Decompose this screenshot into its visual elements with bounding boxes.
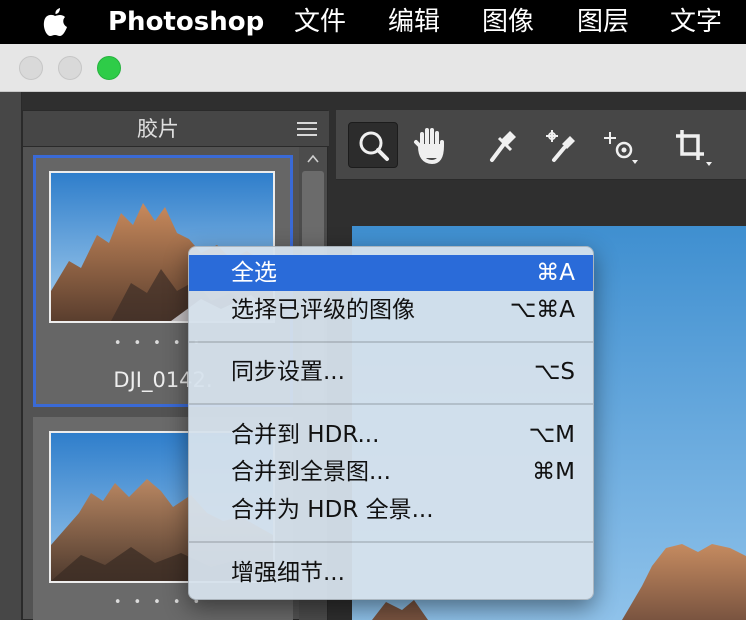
window-title-bar (0, 44, 746, 92)
menu-item-shortcut: ⌥M (528, 422, 575, 448)
menu-item-label: 合并为 HDR 全景... (231, 497, 434, 523)
menu-item-shortcut: ⌥S (533, 359, 575, 385)
menu-image[interactable]: 图像 (482, 5, 534, 39)
crop-tool-icon (676, 130, 712, 166)
close-window-button[interactable] (19, 56, 43, 80)
menu-item-label: 合并到全景图... (231, 459, 391, 485)
zoom-window-button[interactable] (97, 56, 121, 80)
menu-item-enhance-details[interactable]: 增强细节... (189, 555, 593, 591)
menu-layer[interactable]: 图层 (577, 5, 629, 39)
filmstrip-title: 胶片 (137, 117, 179, 141)
menu-item-label: 选择已评级的图像 (231, 297, 415, 323)
menu-item-select-all[interactable]: 全选 ⌘A (189, 255, 593, 291)
menu-item-label: 全选 (231, 260, 277, 286)
tool-bar (336, 110, 746, 180)
hand-tool-button[interactable] (406, 122, 456, 168)
zoom-tool-icon (359, 131, 389, 161)
menu-item-merge-panorama[interactable]: 合并到全景图... ⌘M (189, 454, 593, 490)
filmstrip-header: 胶片 (23, 111, 329, 147)
zoom-tool-button[interactable] (348, 122, 398, 168)
minimize-window-button[interactable] (58, 56, 82, 80)
menu-bar: Photoshop 文件 编辑 图像 图层 文字 (0, 0, 746, 44)
menu-item-label: 合并到 HDR... (231, 422, 380, 448)
menu-file[interactable]: 文件 (294, 5, 346, 39)
menu-item-label: 增强细节... (231, 560, 345, 586)
scroll-up-icon[interactable] (307, 153, 319, 165)
menu-separator (189, 341, 593, 343)
app-menu-photoshop[interactable]: Photoshop (108, 5, 264, 39)
color-sampler-tool-button[interactable] (534, 122, 584, 168)
menu-separator (189, 403, 593, 405)
white-balance-tool-button[interactable] (476, 122, 526, 168)
targeted-adjustment-icon (604, 132, 638, 164)
menu-item-merge-hdr-panorama[interactable]: 合并为 HDR 全景... (189, 492, 593, 528)
left-edge-strip (0, 92, 22, 620)
menu-edit[interactable]: 编辑 (388, 5, 440, 39)
menu-item-shortcut: ⌘M (532, 459, 575, 485)
menu-item-select-rated[interactable]: 选择已评级的图像 ⌥⌘A (189, 292, 593, 328)
hand-tool-icon (414, 128, 444, 165)
filmstrip-context-menu: 全选 ⌘A 选择已评级的图像 ⌥⌘A 同步设置... ⌥S 合并到 HDR...… (188, 246, 594, 600)
filmstrip-menu-icon[interactable] (297, 122, 317, 136)
white-balance-eyedropper-icon (490, 131, 516, 162)
menu-item-merge-hdr[interactable]: 合并到 HDR... ⌥M (189, 417, 593, 453)
menu-item-label: 同步设置... (231, 359, 345, 385)
apple-logo-icon[interactable] (40, 6, 70, 38)
color-sampler-icon (546, 130, 575, 162)
menu-type[interactable]: 文字 (670, 5, 722, 39)
menu-separator (189, 541, 593, 543)
targeted-adjustment-tool-button[interactable] (594, 122, 644, 168)
menu-item-sync-settings[interactable]: 同步设置... ⌥S (189, 354, 593, 390)
menu-item-shortcut: ⌥⌘A (509, 297, 575, 323)
menu-item-shortcut: ⌘A (536, 260, 575, 286)
crop-tool-button[interactable] (666, 122, 716, 168)
